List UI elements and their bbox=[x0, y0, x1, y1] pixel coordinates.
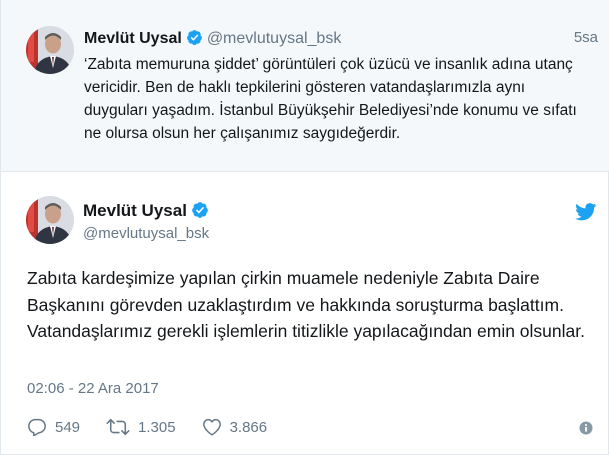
quoted-header: Mevlüt Uysal @mevlutuysal_bsk 5sa bbox=[84, 29, 598, 51]
reply-count: 549 bbox=[55, 418, 81, 436]
reply-button[interactable]: 549 bbox=[27, 418, 80, 436]
retweet-icon bbox=[106, 418, 130, 436]
quoted-tweet[interactable]: Mevlüt Uysal @mevlutuysal_bsk 5sa ‘Zabıta… bbox=[1, 0, 609, 172]
quoted-author-name[interactable]: Mevlüt Uysal bbox=[84, 30, 182, 47]
retweet-button[interactable]: 1.305 bbox=[106, 418, 176, 436]
tweet-date[interactable]: 02:06 - 22 Ara 2017 bbox=[27, 380, 159, 397]
verified-badge-icon bbox=[186, 29, 203, 51]
twitter-bird-icon[interactable] bbox=[575, 203, 597, 221]
reply-icon bbox=[28, 418, 46, 436]
tweet-embed: Mevlüt Uysal @mevlutuysal_bsk 5sa ‘Zabıta… bbox=[0, 0, 609, 455]
like-button[interactable]: 3.866 bbox=[202, 418, 268, 436]
main-avatar[interactable] bbox=[26, 196, 74, 244]
info-icon[interactable] bbox=[579, 421, 593, 435]
verified-badge-icon bbox=[191, 201, 209, 224]
tweet-actions: 549 1.305 3.866 bbox=[27, 414, 293, 440]
main-author-handle[interactable]: @mevlutuysal_bsk bbox=[83, 225, 209, 242]
quoted-tweet-text: ‘Zabıta memuruna şiddet’ görüntüleri çok… bbox=[84, 56, 577, 142]
retweet-count: 1.305 bbox=[138, 418, 176, 436]
heart-icon bbox=[202, 418, 221, 436]
like-count: 3.866 bbox=[229, 418, 268, 436]
main-tweet-text: Zabıta kardeşimize yapılan çirkin muamel… bbox=[27, 268, 585, 341]
main-author-name[interactable]: Mevlüt Uysal bbox=[83, 201, 187, 220]
main-author-name-row: Mevlüt Uysal bbox=[83, 201, 209, 224]
quoted-author-handle[interactable]: @mevlutuysal_bsk bbox=[207, 30, 342, 47]
quoted-avatar[interactable] bbox=[26, 26, 74, 74]
quoted-timestamp[interactable]: 5sa bbox=[574, 29, 598, 46]
